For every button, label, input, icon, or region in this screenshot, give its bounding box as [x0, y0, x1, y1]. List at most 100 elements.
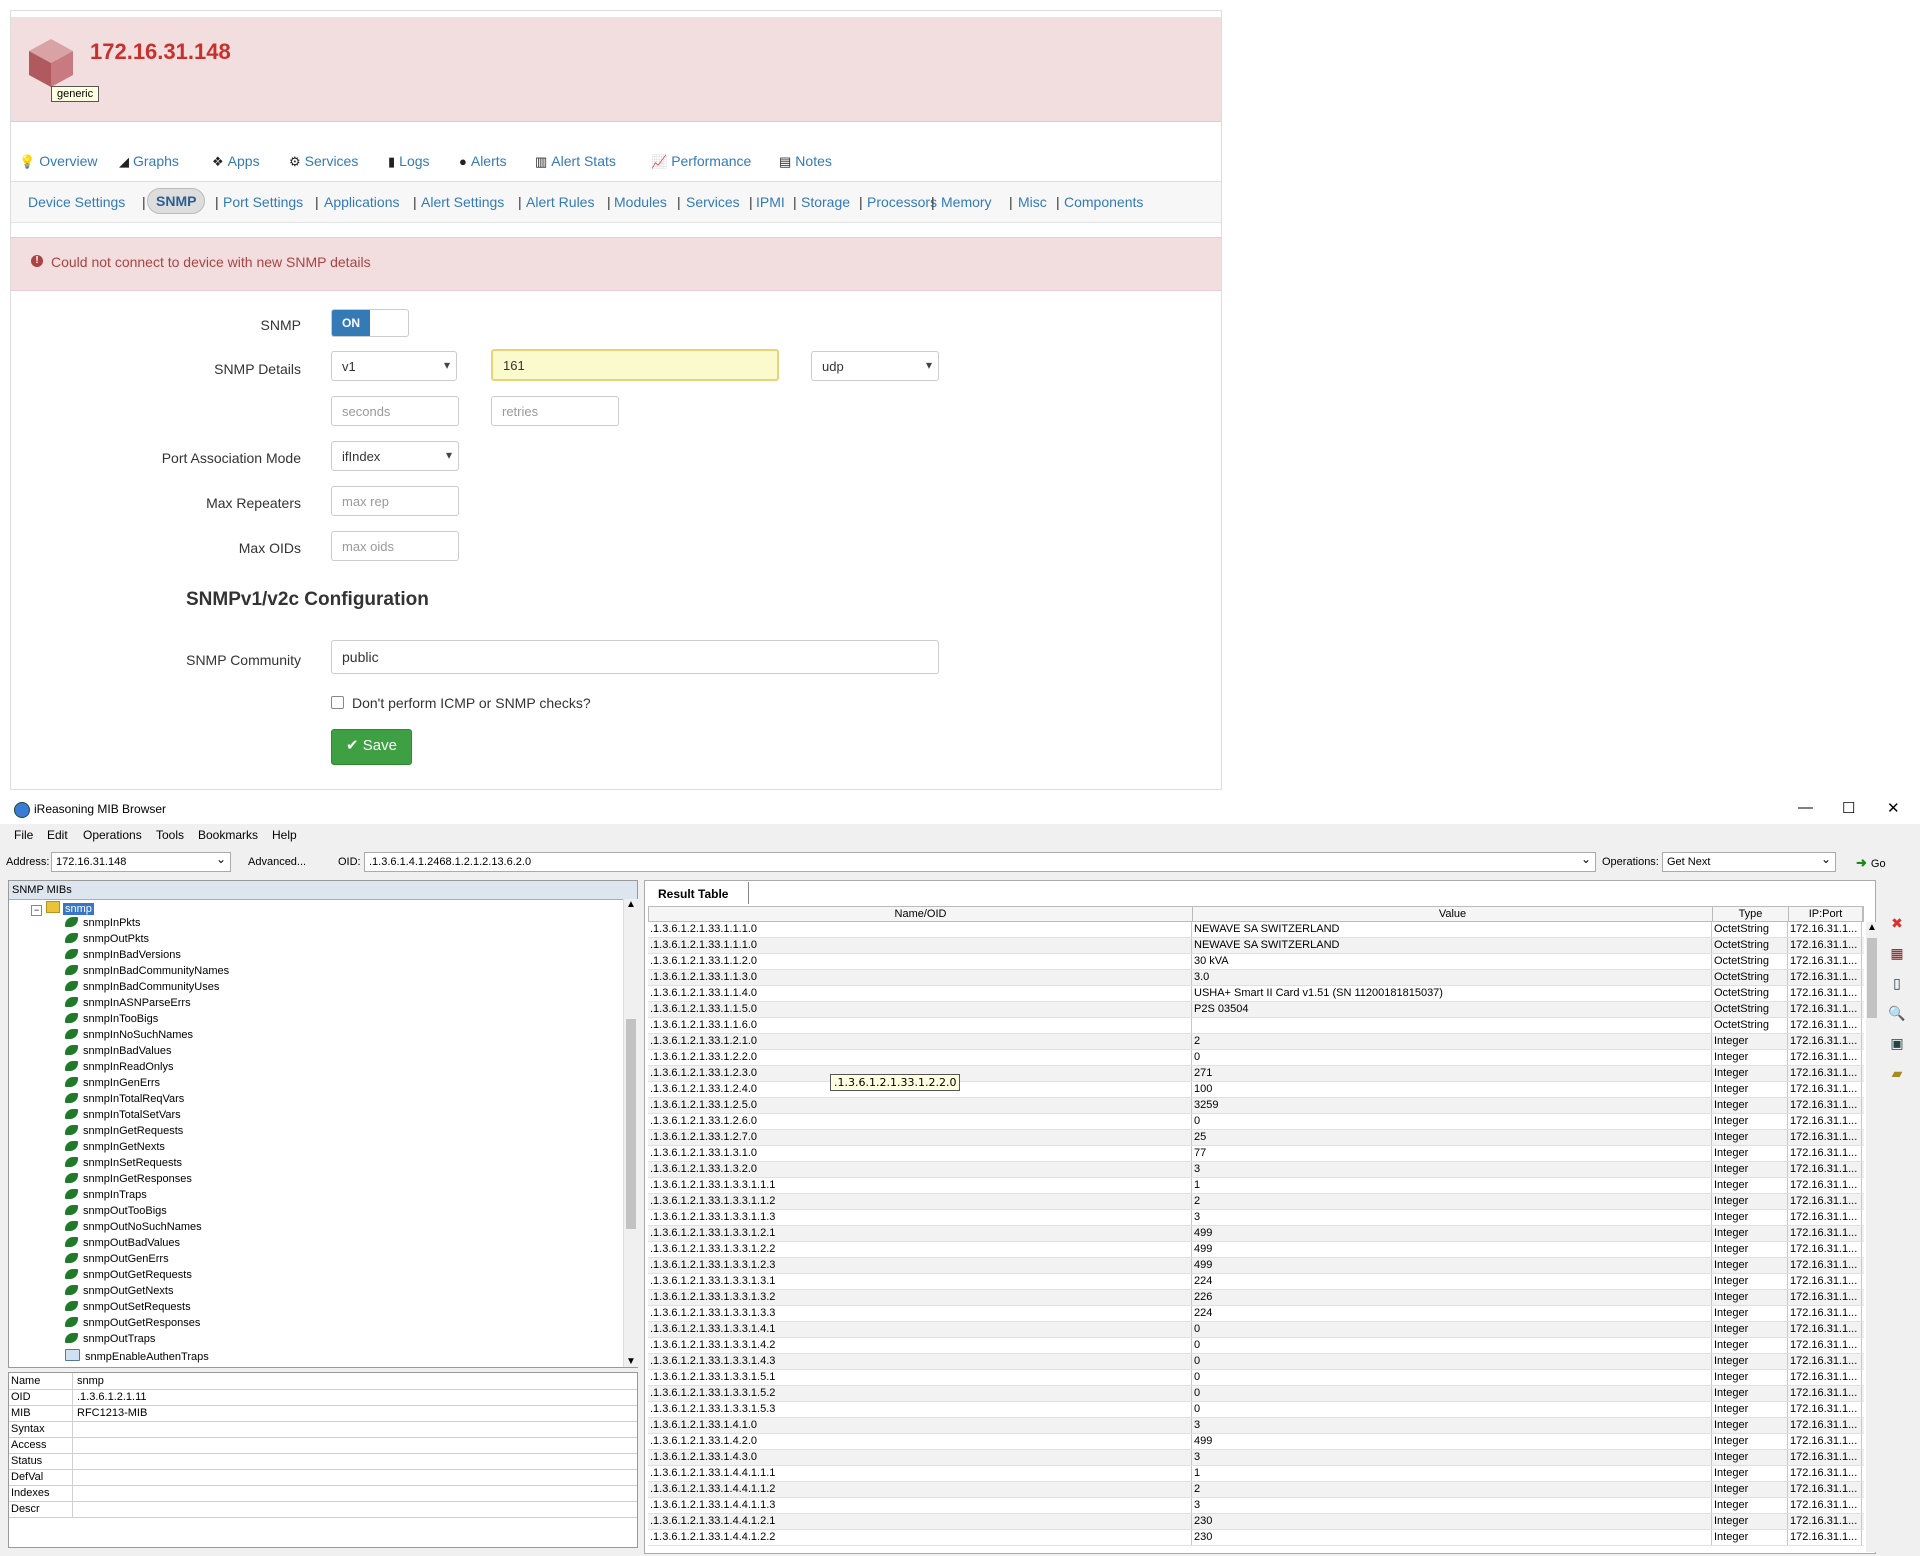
tree-node-snmp[interactable]: − snmp	[31, 901, 94, 916]
tree-leaf[interactable]: snmpInGetResponses	[65, 1173, 192, 1189]
close-button[interactable]: ✕	[1887, 799, 1900, 817]
menu-bookmarks[interactable]: Bookmarks	[198, 828, 258, 842]
subnav-alert-rules[interactable]: Alert Rules	[526, 194, 594, 210]
go-button[interactable]: ➜ Go	[1856, 855, 1886, 871]
oid-combo[interactable]: .1.3.6.1.4.1.2468.1.2.1.2.13.6.2.0	[364, 852, 1596, 872]
table-row[interactable]: .1.3.6.1.2.1.33.1.1.3.0 3.0 OctetString 17…	[648, 970, 1864, 986]
menu-file[interactable]: File	[14, 828, 33, 842]
snmp-version-select[interactable]: v1	[331, 351, 457, 381]
export-icon[interactable]: ▯	[1888, 974, 1906, 992]
tree-leaf[interactable]: snmpOutSetRequests	[65, 1301, 191, 1317]
address-combo[interactable]: 172.16.31.148	[51, 852, 231, 872]
tree-leaf[interactable]: snmpOutBadValues	[65, 1237, 180, 1253]
tree-leaf[interactable]: snmpInTraps	[65, 1189, 147, 1205]
nav-alert-stats[interactable]: ▥ Alert Stats	[535, 153, 616, 170]
tree-leaf[interactable]: snmpOutGetResponses	[65, 1317, 200, 1333]
nav-notes[interactable]: ▤ Notes	[779, 153, 832, 170]
nav-overview[interactable]: 💡 Overview	[19, 153, 98, 170]
snmp-retries-input[interactable]: retries	[491, 396, 619, 426]
tree-leaf[interactable]: snmpOutGetNexts	[65, 1285, 173, 1301]
table-row[interactable]: .1.3.6.1.2.1.33.1.3.3.1.5.3 0 Integer 172.1…	[648, 1402, 1864, 1418]
stop-icon[interactable]: ✖	[1888, 914, 1906, 932]
subnav-memory[interactable]: Memory	[941, 194, 992, 210]
table-row[interactable]: .1.3.6.1.2.1.33.1.1.6.0 OctetString 172.16…	[648, 1018, 1864, 1034]
menu-operations[interactable]: Operations	[83, 828, 142, 842]
nav-graphs[interactable]: ◢ Graphs	[119, 153, 179, 170]
nav-performance[interactable]: 📈 Performance	[651, 153, 751, 170]
tree-leaf[interactable]: snmpOutTooBigs	[65, 1205, 167, 1221]
no-checks-row[interactable]: Don't perform ICMP or SNMP checks?	[331, 695, 591, 711]
table-row[interactable]: .1.3.6.1.2.1.33.1.3.3.1.3.2 226 Integer 172…	[648, 1290, 1864, 1306]
snmp-timeout-input[interactable]: seconds	[331, 396, 459, 426]
tree-leaf[interactable]: snmpOutGenErrs	[65, 1253, 169, 1269]
subnav-components[interactable]: Components	[1064, 194, 1143, 210]
table-row[interactable]: .1.3.6.1.2.1.33.1.2.6.0 0 Integer 172.16.31…	[648, 1114, 1864, 1130]
table-row[interactable]: .1.3.6.1.2.1.33.1.2.7.0 25 Integer 172.16.3…	[648, 1130, 1864, 1146]
table-row[interactable]: .1.3.6.1.2.1.33.1.4.4.1.1.2 2 Integer 172.1…	[648, 1482, 1864, 1498]
col-name-oid[interactable]: Name/OID	[649, 907, 1193, 921]
col-value[interactable]: Value	[1193, 907, 1713, 921]
table-row[interactable]: .1.3.6.1.2.1.33.1.4.4.1.2.2 230 Integer 172…	[648, 1530, 1864, 1546]
table-row[interactable]: .1.3.6.1.2.1.33.1.3.3.1.5.2 0 Integer 172.1…	[648, 1386, 1864, 1402]
tree-leaf[interactable]: snmpInTooBigs	[65, 1013, 158, 1029]
nav-services[interactable]: ⚙ Services	[289, 153, 358, 170]
advanced-button[interactable]: Advanced...	[248, 856, 306, 868]
table-row[interactable]: .1.3.6.1.2.1.33.1.3.3.1.2.1 499 Integer 172…	[648, 1226, 1864, 1242]
subnav-port-settings[interactable]: Port Settings	[223, 194, 303, 210]
tree-leaf[interactable]: snmpOutGetRequests	[65, 1269, 192, 1285]
tree-leaf[interactable]: snmpEnableAuthenTraps	[65, 1349, 209, 1365]
tree-leaf[interactable]: snmpInASNParseErrs	[65, 997, 191, 1013]
tree-leaf[interactable]: snmpOutPkts	[65, 933, 149, 949]
result-scrollbar[interactable]: ▲	[1866, 922, 1878, 1552]
snmp-toggle[interactable]: ON	[331, 309, 409, 337]
tree-leaf[interactable]: snmpInBadCommunityNames	[65, 965, 229, 981]
scroll-down-icon[interactable]: ▼	[626, 1356, 636, 1367]
tree-leaf[interactable]: snmpInTotalSetVars	[65, 1109, 181, 1125]
tree-leaf[interactable]: snmpInBadVersions	[65, 949, 181, 965]
col-type[interactable]: Type	[1713, 907, 1789, 921]
subnav-services[interactable]: Services	[686, 194, 740, 210]
table-row[interactable]: .1.3.6.1.2.1.33.1.3.3.1.4.1 0 Integer 172.1…	[648, 1322, 1864, 1338]
table-row[interactable]: .1.3.6.1.2.1.33.1.1.5.0 P2S 03504 OctetStr…	[648, 1002, 1864, 1018]
tree-leaf[interactable]: snmpInNoSuchNames	[65, 1029, 193, 1045]
table-row[interactable]: .1.3.6.1.2.1.33.1.3.3.1.2.3 499 Integer 172…	[648, 1258, 1864, 1274]
tree-leaf[interactable]: snmpInGenErrs	[65, 1077, 160, 1093]
tree-scroll-thumb[interactable]	[626, 1019, 636, 1229]
table-row[interactable]: .1.3.6.1.2.1.33.1.4.4.1.1.1 1 Integer 172.1…	[648, 1466, 1864, 1482]
subnav-modules[interactable]: Modules	[614, 194, 667, 210]
snmp-transport-select[interactable]: udp	[811, 351, 939, 381]
tree-scrollbar[interactable]: ▲ ▼	[623, 899, 638, 1367]
subnav-snmp-active[interactable]: SNMP	[147, 188, 206, 214]
snmp-port-input[interactable]: 161	[491, 349, 779, 381]
result-scroll-up-icon[interactable]: ▲	[1867, 922, 1877, 933]
port-association-select[interactable]: ifIndex	[331, 441, 459, 471]
open-icon[interactable]: ▰	[1888, 1064, 1906, 1082]
table-row[interactable]: .1.3.6.1.2.1.33.1.3.3.1.3.1 224 Integer 172…	[648, 1274, 1864, 1290]
table-row[interactable]: .1.3.6.1.2.1.33.1.1.1.0 NEWAVE SA SWITZER…	[648, 922, 1864, 938]
tree-leaf[interactable]: snmpInBadValues	[65, 1045, 171, 1061]
subnav-storage[interactable]: Storage	[801, 194, 850, 210]
menu-help[interactable]: Help	[272, 828, 297, 842]
table-row[interactable]: .1.3.6.1.2.1.33.1.3.3.1.3.3 224 Integer 172…	[648, 1306, 1864, 1322]
snmp-community-input[interactable]: public	[331, 640, 939, 674]
no-checks-checkbox[interactable]	[331, 696, 344, 709]
table-row[interactable]: .1.3.6.1.2.1.33.1.1.2.0 30 kVA OctetString…	[648, 954, 1864, 970]
tree-leaf[interactable]: snmpOutTraps	[65, 1333, 155, 1349]
save-button[interactable]: ✔ Save	[331, 729, 412, 765]
result-scroll-thumb[interactable]	[1867, 938, 1877, 1018]
table-row[interactable]: .1.3.6.1.2.1.33.1.4.1.0 3 Integer 172.16.31…	[648, 1418, 1864, 1434]
tree-leaf[interactable]: snmpInTotalReqVars	[65, 1093, 184, 1109]
nav-alerts[interactable]: ● Alerts	[459, 153, 507, 169]
tab-result-table[interactable]: Result Table	[656, 882, 749, 904]
table-row[interactable]: .1.3.6.1.2.1.33.1.4.4.1.2.1 230 Integer 172…	[648, 1514, 1864, 1530]
scroll-up-icon[interactable]: ▲	[626, 899, 636, 910]
table-row[interactable]: .1.3.6.1.2.1.33.1.3.3.1.1.2 2 Integer 172.1…	[648, 1194, 1864, 1210]
clear-icon[interactable]: ▦	[1888, 944, 1906, 962]
table-row[interactable]: .1.3.6.1.2.1.33.1.1.1.0 NEWAVE SA SWITZER…	[648, 938, 1864, 954]
table-row[interactable]: .1.3.6.1.2.1.33.1.3.3.1.1.1 1 Integer 172.1…	[648, 1178, 1864, 1194]
graph-icon[interactable]: ▣	[1888, 1034, 1906, 1052]
tree-leaf[interactable]: snmpOutNoSuchNames	[65, 1221, 202, 1237]
subnav-misc[interactable]: Misc	[1018, 194, 1047, 210]
table-row[interactable]: .1.3.6.1.2.1.33.1.4.3.0 3 Integer 172.16.31…	[648, 1450, 1864, 1466]
table-row[interactable]: .1.3.6.1.2.1.33.1.4.4.1.1.3 3 Integer 172.1…	[648, 1498, 1864, 1514]
